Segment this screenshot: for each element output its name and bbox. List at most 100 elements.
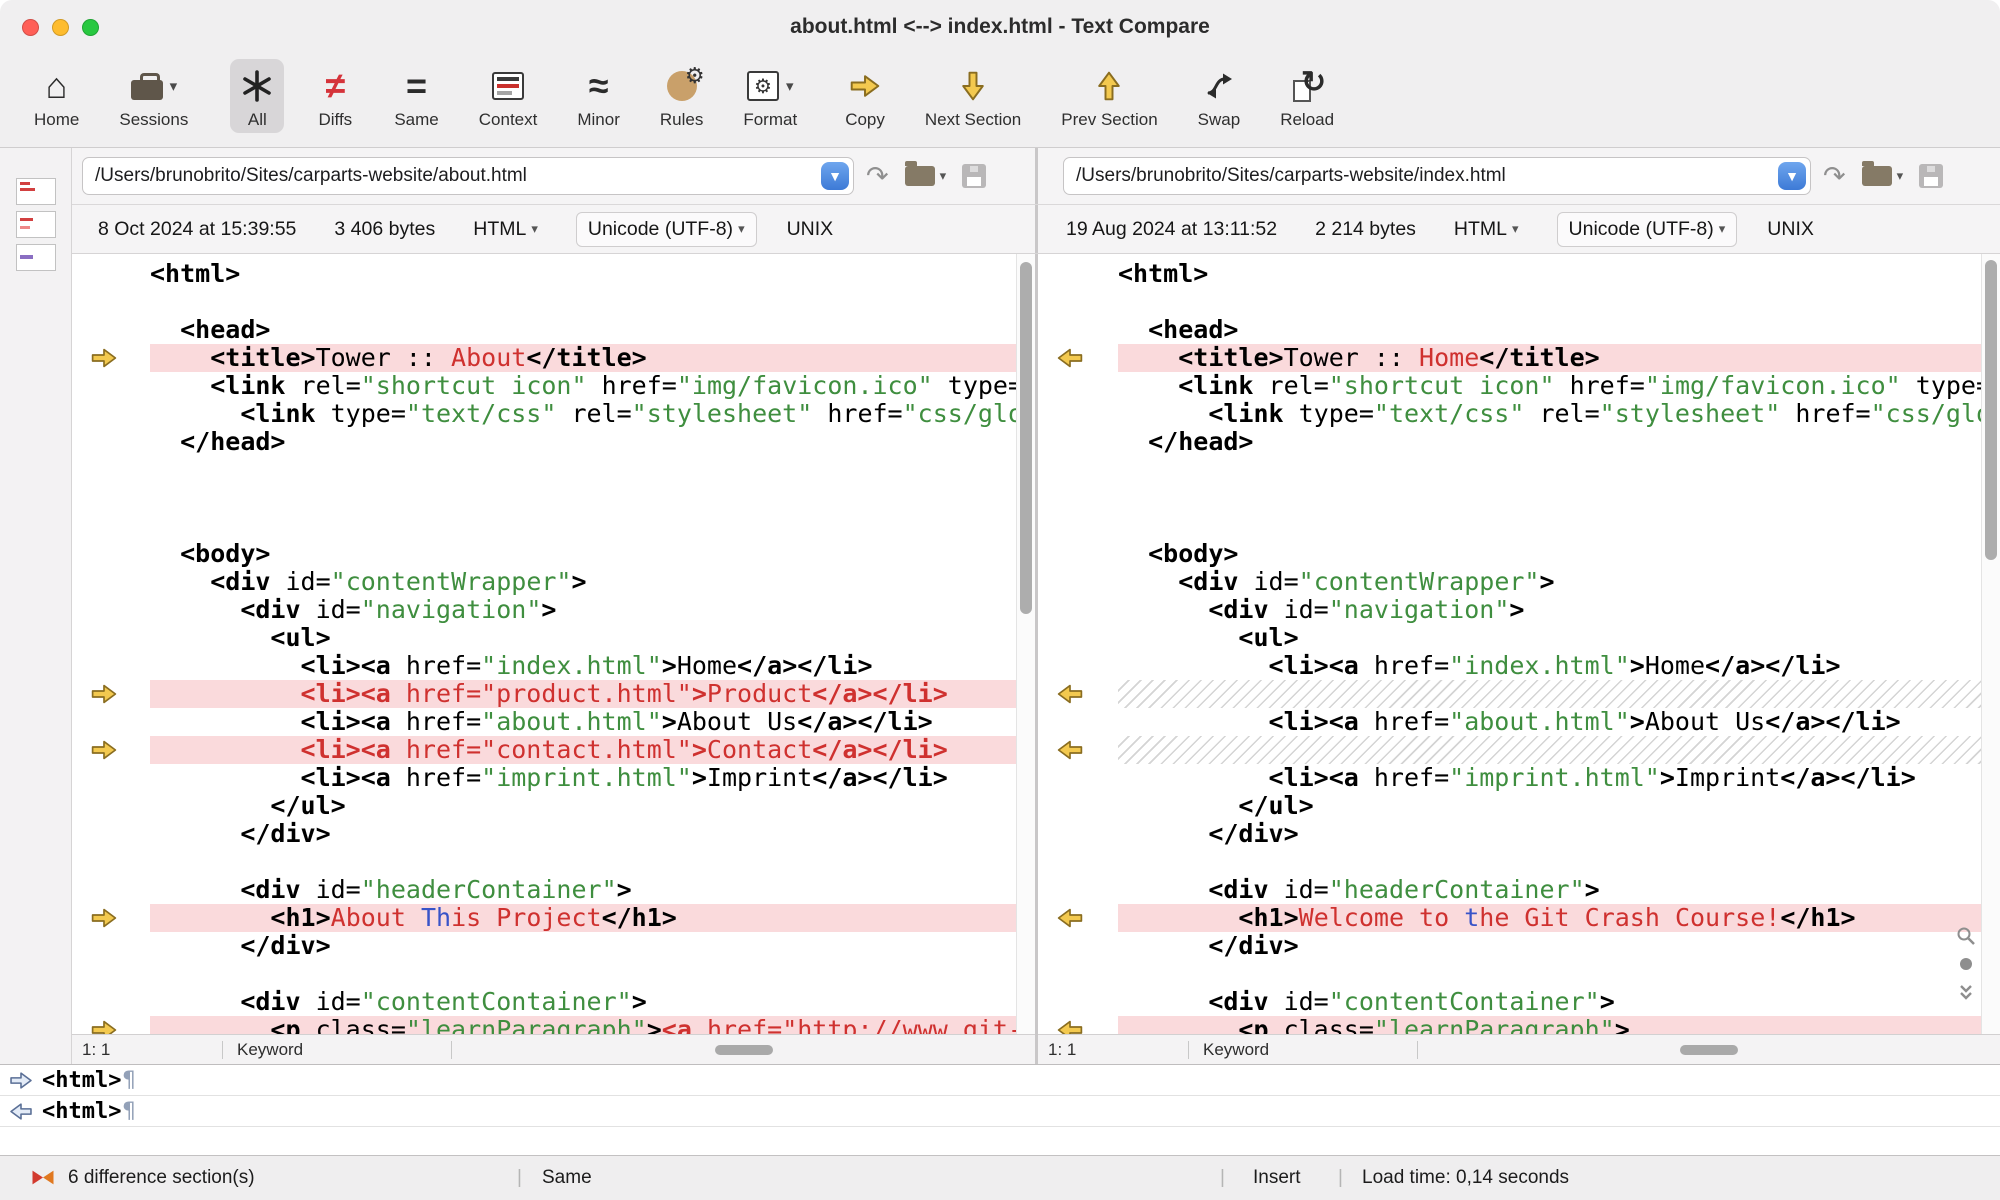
code-text[interactable]: <link type="text/css" rel="stylesheet" h… [150, 400, 1035, 428]
code-text[interactable]: </head> [150, 428, 1035, 456]
filter-diffs-button[interactable]: ≠ Diffs [308, 59, 362, 133]
code-text[interactable]: </div> [1118, 932, 2000, 960]
diff-right-arrow-icon[interactable] [89, 346, 119, 370]
code-text[interactable]: </div> [1118, 820, 2000, 848]
diff-left-arrow-icon[interactable] [1055, 682, 1085, 706]
code-text[interactable] [150, 512, 1035, 540]
code-text[interactable]: <ul> [1118, 624, 2000, 652]
code-text[interactable] [150, 848, 1035, 876]
left-syntax-dropdown[interactable]: HTML▾ [473, 218, 538, 241]
code-text[interactable] [150, 288, 1035, 316]
code-text[interactable]: <head> [1118, 316, 2000, 344]
diff-right-arrow-icon[interactable] [89, 682, 119, 706]
code-text[interactable]: </ul> [150, 792, 1035, 820]
copy-button[interactable]: Copy [837, 59, 893, 133]
code-text[interactable]: <li><a href="imprint.html">Imprint</a></… [1118, 764, 2000, 792]
code-text[interactable] [1118, 680, 2000, 708]
code-text[interactable]: <li><a href="imprint.html">Imprint</a></… [150, 764, 1035, 792]
code-text[interactable] [1118, 512, 2000, 540]
code-text[interactable]: <div id="headerContainer"> [1118, 876, 2000, 904]
code-text[interactable] [1118, 456, 2000, 484]
save-icon[interactable] [1919, 164, 1943, 188]
code-text[interactable]: <div id="headerContainer"> [150, 876, 1035, 904]
minimize-button[interactable] [52, 19, 69, 36]
swap-button[interactable]: Swap [1190, 59, 1249, 133]
code-text[interactable]: <p class="learnParagraph"> [1118, 1016, 2000, 1034]
code-text[interactable]: </head> [1118, 428, 2000, 456]
diff-preview-line[interactable]: <html>¶ [0, 1065, 2000, 1096]
code-text[interactable] [150, 960, 1035, 988]
scrollbar-thumb[interactable] [715, 1045, 773, 1055]
code-text[interactable]: <div id="contentContainer"> [1118, 988, 2000, 1016]
left-encoding-dropdown[interactable]: Unicode (UTF-8)▾ [576, 212, 757, 247]
code-text[interactable]: <link type="text/css" rel="stylesheet" h… [1118, 400, 2000, 428]
code-text[interactable]: <div id="contentContainer"> [150, 988, 1035, 1016]
scrollbar-thumb[interactable] [1985, 260, 1997, 560]
code-text[interactable]: <div id="navigation"> [150, 596, 1035, 624]
folder-icon[interactable] [1862, 166, 1892, 186]
code-text[interactable]: <head> [150, 316, 1035, 344]
diff-left-arrow-icon[interactable] [1055, 738, 1085, 762]
filter-same-button[interactable]: = Same [386, 59, 446, 133]
code-text[interactable]: <div id="contentWrapper"> [1118, 568, 2000, 596]
code-text[interactable]: <li><a href="index.html">Home</a></li> [150, 652, 1035, 680]
diff-left-arrow-icon[interactable] [1055, 346, 1085, 370]
diff-left-arrow-icon[interactable] [1055, 1018, 1085, 1034]
code-text[interactable]: <li><a href="contact.html">Contact</a></… [150, 736, 1035, 764]
magnifier-icon[interactable] [1956, 926, 1976, 946]
prev-section-button[interactable]: Prev Section [1053, 59, 1165, 133]
right-vertical-scrollbar[interactable] [1981, 254, 2000, 1034]
right-path-dropdown-button[interactable]: ▼ [1778, 162, 1806, 190]
reload-button[interactable]: ↻ Reload [1272, 59, 1342, 133]
redo-arrow-icon[interactable]: ↷ [866, 163, 889, 190]
code-text[interactable]: <li><a href="product.html">Product</a></… [150, 680, 1035, 708]
code-text[interactable]: </div> [150, 932, 1035, 960]
code-text[interactable] [1118, 484, 2000, 512]
code-text[interactable] [150, 484, 1035, 512]
right-file-path-input[interactable] [1063, 157, 1811, 195]
code-text[interactable]: </ul> [1118, 792, 2000, 820]
minimap-thumbnail[interactable] [16, 178, 56, 205]
code-text[interactable]: <body> [150, 540, 1035, 568]
code-text[interactable]: <li><a href="about.html">About Us</a></l… [150, 708, 1035, 736]
code-text[interactable]: </div> [150, 820, 1035, 848]
next-section-button[interactable]: Next Section [917, 59, 1029, 133]
code-text[interactable]: <ul> [150, 624, 1035, 652]
code-text[interactable] [150, 456, 1035, 484]
left-vertical-scrollbar[interactable] [1016, 254, 1035, 1034]
redo-arrow-icon[interactable]: ↷ [1823, 163, 1846, 190]
code-text[interactable]: <link rel="shortcut icon" href="img/favi… [1118, 372, 2000, 400]
code-text[interactable]: <li><a href="about.html">About Us</a></l… [1118, 708, 2000, 736]
left-code-editor[interactable]: <html> <head> <title>Tower :: About</tit… [72, 254, 1035, 1034]
minimap-thumbnail[interactable] [16, 244, 56, 271]
save-icon[interactable] [962, 164, 986, 188]
chevron-down-icon[interactable]: ▾ [940, 168, 947, 184]
zoom-button[interactable] [82, 19, 99, 36]
filter-all-button[interactable]: All [230, 59, 284, 133]
rules-button[interactable]: ⚙ Rules [652, 59, 711, 133]
minimap-thumbnail[interactable] [16, 211, 56, 238]
scrollbar-thumb[interactable] [1680, 1045, 1738, 1055]
left-file-path-input[interactable] [82, 157, 854, 195]
code-text[interactable]: <div id="navigation"> [1118, 596, 2000, 624]
close-button[interactable] [22, 19, 39, 36]
left-horizontal-scrollbar[interactable] [452, 1035, 1035, 1064]
code-text[interactable]: <title>Tower :: Home</title> [1118, 344, 2000, 372]
diff-right-arrow-icon[interactable] [89, 738, 119, 762]
code-text[interactable]: <p class="learnParagraph"><a href="http:… [150, 1016, 1035, 1034]
dot-icon[interactable] [1956, 954, 1976, 974]
diff-preview-line[interactable]: <html>¶ [0, 1096, 2000, 1127]
code-text[interactable]: <link rel="shortcut icon" href="img/favi… [150, 372, 1035, 400]
code-text[interactable]: <html> [1118, 260, 2000, 288]
scrollbar-thumb[interactable] [1020, 262, 1032, 614]
sessions-button[interactable]: ▾ Sessions [111, 59, 196, 133]
code-text[interactable]: <body> [1118, 540, 2000, 568]
diff-right-arrow-icon[interactable] [89, 906, 119, 930]
left-path-dropdown-button[interactable]: ▼ [821, 162, 849, 190]
code-text[interactable] [1118, 288, 2000, 316]
code-text[interactable]: <title>Tower :: About</title> [150, 344, 1035, 372]
code-text[interactable]: <h1>Welcome to the Git Crash Course!</h1… [1118, 904, 2000, 932]
right-horizontal-scrollbar[interactable] [1418, 1035, 2000, 1064]
home-button[interactable]: ⌂ Home [26, 59, 87, 133]
filter-minor-button[interactable]: ≈ Minor [569, 59, 628, 133]
